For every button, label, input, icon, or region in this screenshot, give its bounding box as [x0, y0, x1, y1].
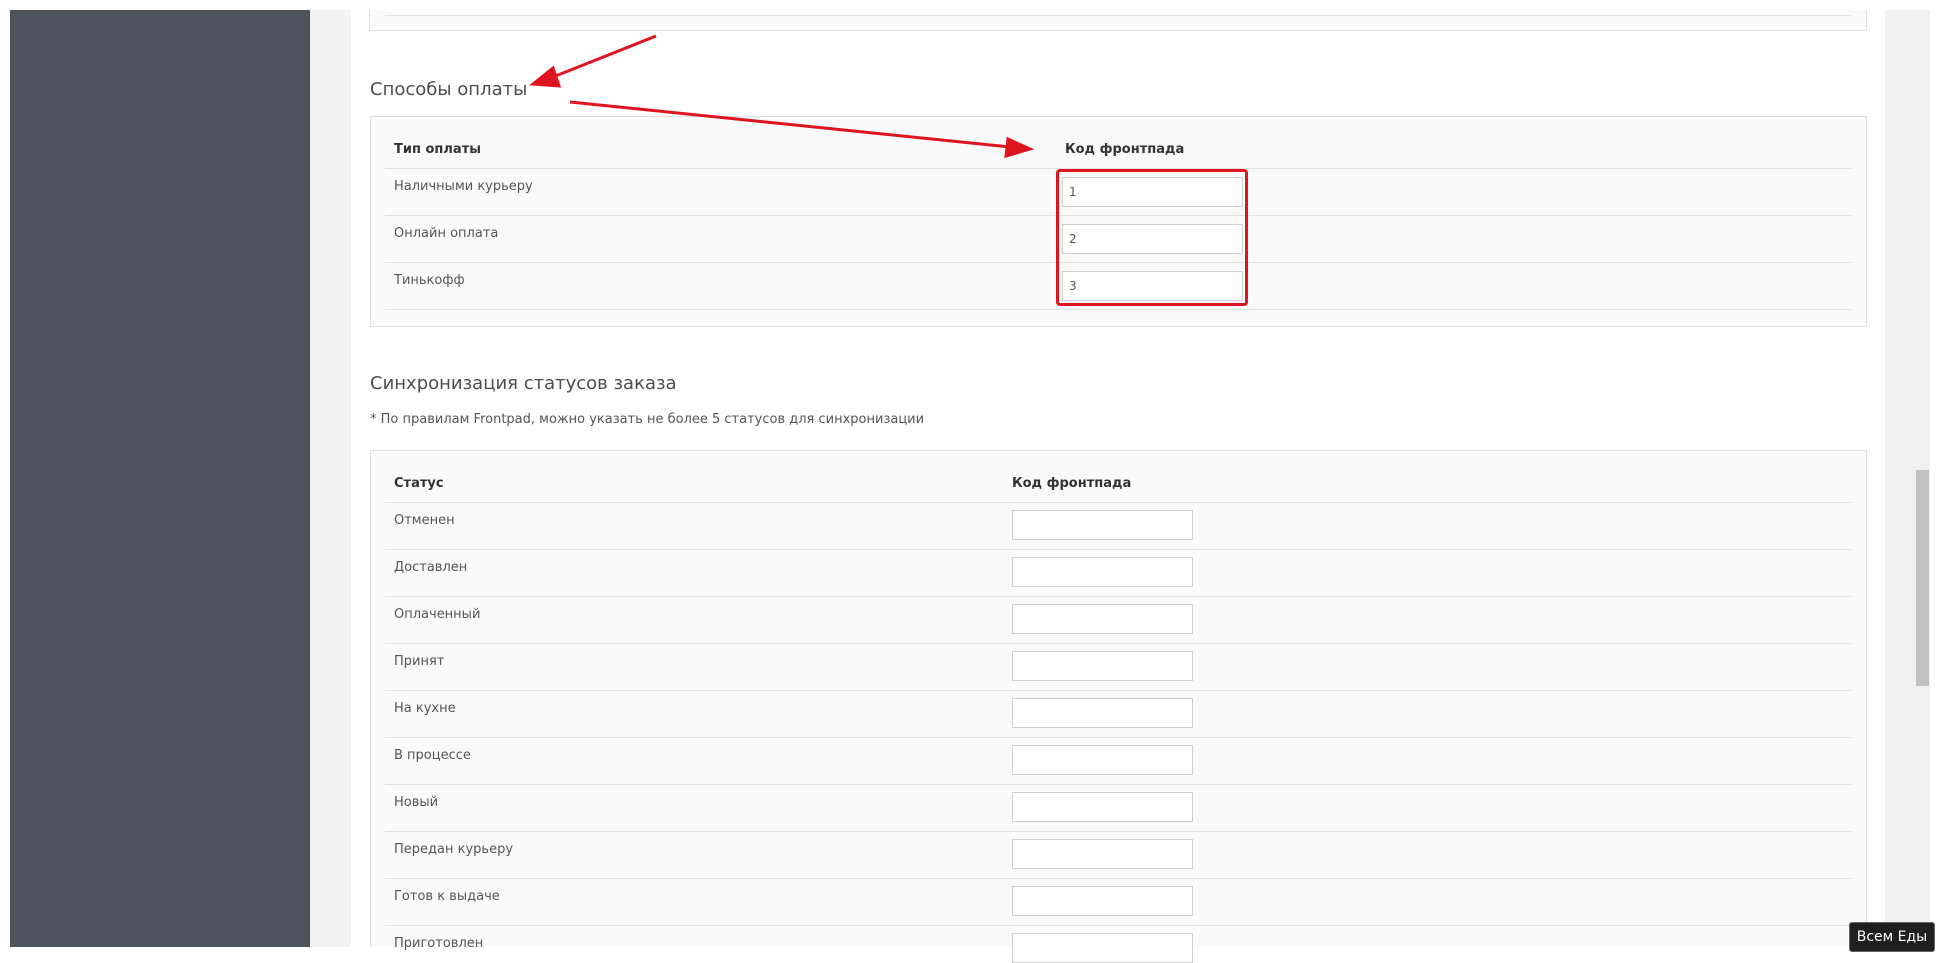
- row-divider: [385, 831, 1851, 832]
- payment-methods-title: Способы оплаты: [370, 79, 528, 100]
- status-sync-note: * По правилам Frontpad, можно указать не…: [370, 412, 925, 427]
- sidebar: [10, 10, 310, 947]
- status-label: На кухне: [394, 701, 456, 716]
- status-code-input[interactable]: [1012, 604, 1193, 634]
- status-code-input[interactable]: [1012, 651, 1193, 681]
- brand-badge: Всем Еды: [1849, 922, 1935, 952]
- status-label: Готов к выдаче: [394, 889, 500, 904]
- row-divider: [385, 690, 1851, 691]
- status-code-input[interactable]: [1012, 557, 1193, 587]
- row-divider: [385, 925, 1851, 926]
- status-code-input[interactable]: [1012, 886, 1193, 916]
- annotation-highlight-box: [1056, 169, 1248, 306]
- status-label: Принят: [394, 654, 445, 669]
- row-divider: [385, 596, 1851, 597]
- payment-label-tinkoff: Тинькофф: [394, 273, 465, 288]
- status-code-input[interactable]: [1012, 510, 1193, 540]
- status-label: Новый: [394, 795, 439, 810]
- status-code-input[interactable]: [1012, 698, 1193, 728]
- row-divider: [385, 502, 1851, 503]
- status-code-header: Код фронтпада: [1012, 476, 1132, 491]
- row-divider: [385, 309, 1851, 310]
- status-code-input[interactable]: [1012, 792, 1193, 822]
- payment-label-online: Онлайн оплата: [394, 226, 499, 241]
- previous-panel-bottom: [369, 10, 1867, 31]
- status-sync-title: Синхронизация статусов заказа: [370, 373, 677, 394]
- status-label: Оплаченный: [394, 607, 481, 622]
- row-divider: [385, 549, 1851, 550]
- status-label: Передан курьеру: [394, 842, 514, 857]
- status-header: Статус: [394, 476, 444, 491]
- row-divider: [385, 878, 1851, 879]
- status-label: Отменен: [394, 513, 455, 528]
- status-label: В процессе: [394, 748, 471, 763]
- payment-type-header: Тип оплаты: [394, 142, 481, 157]
- status-label: Доставлен: [394, 560, 468, 575]
- row-divider: [385, 784, 1851, 785]
- status-code-input[interactable]: [1012, 745, 1193, 775]
- status-code-input[interactable]: [1012, 839, 1193, 869]
- payment-code-header: Код фронтпада: [1065, 142, 1185, 157]
- scrollbar-thumb[interactable]: [1916, 470, 1929, 686]
- status-code-input[interactable]: [1012, 933, 1193, 963]
- row-divider: [385, 643, 1851, 644]
- row-divider: [385, 737, 1851, 738]
- status-label: Приготовлен: [394, 936, 484, 951]
- payment-label-cash: Наличными курьеру: [394, 179, 533, 194]
